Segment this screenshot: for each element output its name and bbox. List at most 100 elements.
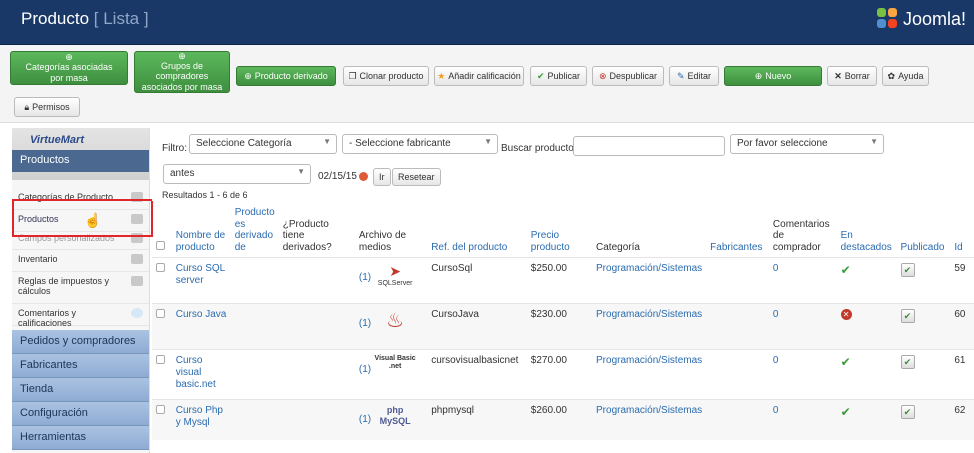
- sidebar-item-products[interactable]: Productos ☝: [12, 210, 149, 232]
- category-link[interactable]: Programación/Sistemas: [592, 399, 707, 440]
- row-checkbox[interactable]: [156, 309, 165, 318]
- col-derived-of[interactable]: Producto es derivado de: [231, 205, 279, 258]
- id-cell: 62: [950, 399, 974, 440]
- col-ref[interactable]: Ref. del producto: [427, 205, 527, 258]
- clear-date-icon[interactable]: [359, 172, 368, 181]
- delete-button[interactable]: ✕ Borrar: [827, 66, 877, 86]
- hand-cursor-icon: ☝: [84, 212, 102, 228]
- sidebar-item-reviews[interactable]: Comentarios y calificaciones: [12, 304, 149, 328]
- chevron-down-icon: ▼: [323, 137, 331, 146]
- comments-link[interactable]: 0: [768, 303, 837, 350]
- permissions-button[interactable]: 🔒︎ Permisos: [14, 97, 80, 117]
- date-mode-select[interactable]: antes ▼: [163, 164, 311, 184]
- featured-cell[interactable]: ✔: [836, 399, 897, 440]
- published-toggle[interactable]: ✔: [900, 355, 915, 369]
- joomla-logo[interactable]: Joomla!: [876, 8, 966, 30]
- comments-link[interactable]: 0: [768, 399, 837, 440]
- go-button[interactable]: Ir: [373, 168, 391, 186]
- col-published[interactable]: Publicado: [897, 205, 951, 258]
- featured-cell[interactable]: ✔: [836, 257, 897, 304]
- sidebar-item-custom-fields[interactable]: Campos personalizados: [12, 232, 149, 250]
- sidebar-group-configuration[interactable]: Configuración: [12, 402, 149, 426]
- sidebar-group-orders[interactable]: Pedidos y compradores: [12, 330, 149, 354]
- comments-link[interactable]: 0: [768, 257, 837, 304]
- derived-of-cell: [230, 303, 279, 350]
- col-has-derived: ¿Producto tiene derivados?: [282, 218, 332, 253]
- virtuemart-logo[interactable]: VirtueMart: [30, 134, 84, 146]
- category-select[interactable]: Seleccione Categoría ▼: [189, 134, 337, 154]
- filter-bar: Filtro: Seleccione Categoría ▼ - Selecci…: [152, 128, 974, 201]
- product-name-link[interactable]: Curso Php y Mysql: [171, 399, 231, 440]
- table-row: Curso Php y Mysql (1) php MySQL phpmysql …: [152, 399, 974, 440]
- select-all-checkbox[interactable]: [156, 240, 165, 250]
- product-name-link[interactable]: Curso Java: [171, 303, 231, 350]
- new-button[interactable]: ⊕ Nuevo: [724, 66, 822, 86]
- id-cell: 61: [950, 349, 974, 400]
- published-cell[interactable]: ✔: [896, 257, 951, 304]
- help-button[interactable]: ✿ Ayuda: [882, 66, 929, 86]
- generic-select[interactable]: Por favor seleccione ▼: [730, 134, 884, 154]
- media-count-link[interactable]: (1): [359, 414, 371, 426]
- manufacturer-select-value: - Seleccione fabricante: [349, 138, 451, 149]
- manufacturer-cell: [706, 257, 769, 304]
- row-checkbox[interactable]: [156, 355, 165, 364]
- date-value[interactable]: 02/15/15: [318, 171, 357, 182]
- copy-icon: ❐: [348, 70, 357, 81]
- edit-button[interactable]: ✎ Editar: [669, 66, 719, 86]
- mass-categories-label: Categorías asociadas por masa: [25, 62, 113, 83]
- derived-product-button[interactable]: ⊕ Producto derivado: [236, 66, 336, 86]
- manufacturer-select[interactable]: - Seleccione fabricante ▼: [342, 134, 498, 154]
- generic-select-value: Por favor seleccione: [737, 138, 828, 149]
- product-name-link[interactable]: Curso SQL server: [171, 257, 231, 304]
- permissions-label: Permisos: [32, 102, 70, 112]
- close-icon: ✕: [840, 309, 852, 321]
- sidebar-item-inventory[interactable]: Inventario: [12, 250, 149, 272]
- sidebar-group-tools[interactable]: Herramientas: [12, 426, 149, 450]
- sidebar-section-title[interactable]: Productos: [12, 150, 149, 172]
- comments-link[interactable]: 0: [768, 349, 837, 400]
- media-cell: (1) ♨: [354, 303, 428, 350]
- publish-button[interactable]: ✔ Publicar: [530, 66, 587, 86]
- has-derived-cell: [278, 399, 355, 440]
- derived-of-cell: [230, 257, 279, 304]
- media-count-link[interactable]: (1): [359, 272, 371, 284]
- published-toggle[interactable]: ✔: [900, 263, 915, 277]
- col-category: Categoría: [596, 241, 640, 253]
- media-count-link[interactable]: (1): [359, 318, 371, 330]
- col-manufacturers[interactable]: Fabricantes: [706, 205, 769, 258]
- featured-cell[interactable]: ✔: [836, 349, 897, 400]
- table-row: Curso Java (1) ♨ CursoJava $230.00 Progra…: [152, 303, 974, 350]
- published-toggle[interactable]: ✔: [900, 405, 915, 419]
- category-link[interactable]: Programación/Sistemas: [592, 349, 707, 400]
- featured-cell[interactable]: ✕: [836, 303, 897, 350]
- sidebar-item-categories[interactable]: Categorías de Producto: [12, 188, 149, 210]
- sidebar-group-shop[interactable]: Tienda: [12, 378, 149, 402]
- sidebar-group-manufacturers[interactable]: Fabricantes: [12, 354, 149, 378]
- mass-buyers-button[interactable]: ⊕ Grupos de compradores asociados por ma…: [134, 51, 230, 93]
- category-link[interactable]: Programación/Sistemas: [592, 257, 707, 304]
- sidebar-item-tax-rules[interactable]: Reglas de impuestos y cálculos: [12, 272, 149, 304]
- clone-product-button[interactable]: ❐ Clonar producto: [343, 66, 429, 86]
- published-cell[interactable]: ✔: [896, 303, 951, 350]
- published-toggle[interactable]: ✔: [900, 309, 915, 323]
- add-rating-button[interactable]: ★ Añadir calificación: [434, 66, 524, 86]
- col-featured[interactable]: En destacados: [837, 205, 897, 258]
- unpublish-button[interactable]: ⊗ Despublicar: [592, 66, 664, 86]
- row-select-cell: [152, 257, 172, 304]
- published-cell[interactable]: ✔: [896, 349, 951, 400]
- search-input[interactable]: [573, 136, 725, 156]
- col-name[interactable]: Nombre de producto: [172, 205, 231, 258]
- row-checkbox[interactable]: [156, 405, 165, 414]
- category-link[interactable]: Programación/Sistemas: [592, 303, 707, 350]
- row-checkbox[interactable]: [156, 263, 165, 272]
- reset-button[interactable]: Resetear: [392, 168, 441, 186]
- col-price[interactable]: Precio producto: [527, 205, 592, 258]
- mass-categories-button[interactable]: ⊕ Categorías asociadas por masa: [10, 51, 128, 85]
- select-all-cell: [152, 205, 172, 258]
- published-cell[interactable]: ✔: [896, 399, 951, 440]
- manufacturer-cell: [706, 303, 769, 350]
- col-id[interactable]: Id: [950, 205, 974, 258]
- media-count-link[interactable]: (1): [359, 364, 371, 376]
- virtuemart-header: VirtueMart Productos: [12, 128, 149, 180]
- product-name-link[interactable]: Curso visual basic.net: [171, 349, 231, 400]
